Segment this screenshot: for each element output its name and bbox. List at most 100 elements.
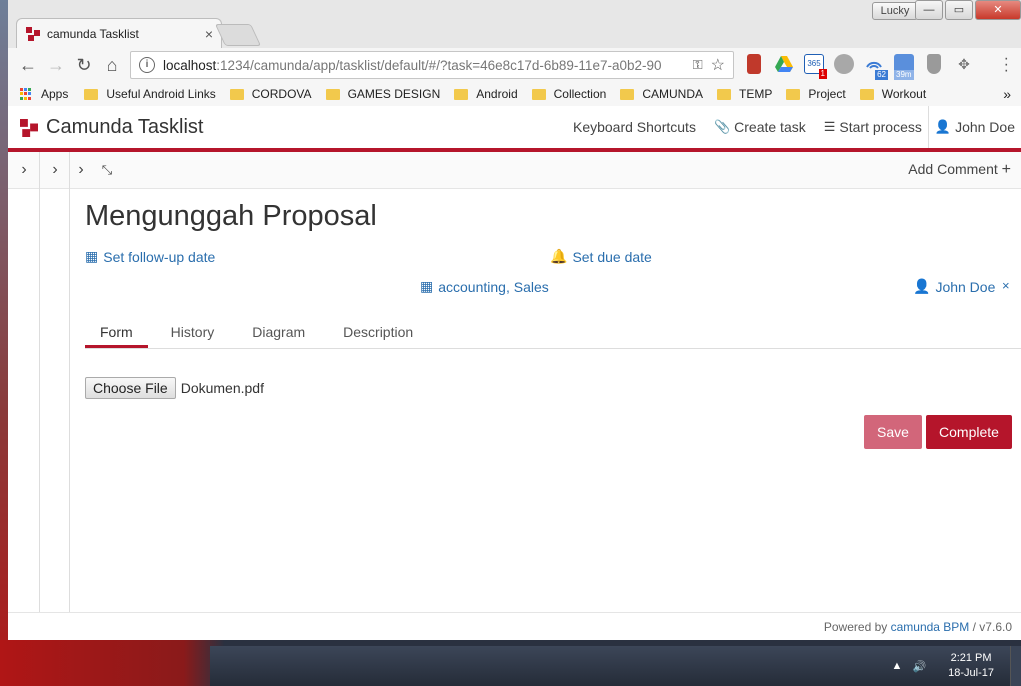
bookmark-apps[interactable]: Apps <box>41 87 68 101</box>
camunda-bpm-link[interactable]: camunda BPM <box>891 620 970 634</box>
folder-icon <box>84 88 99 100</box>
browser-tab[interactable]: camunda Tasklist × <box>16 18 222 48</box>
clock-date: 18-Jul-17 <box>948 667 994 679</box>
bookmark-folder[interactable]: CAMUNDA <box>620 87 703 101</box>
choose-file-button[interactable]: Choose File <box>85 377 176 399</box>
tray-expand-icon[interactable]: ▲ <box>892 660 903 672</box>
timer-extension-icon[interactable]: 39m <box>894 54 914 80</box>
create-task-link[interactable]: 📎 Create task <box>708 119 812 135</box>
clock-time: 2:21 PM <box>950 652 992 664</box>
forward-icon[interactable]: → <box>42 55 70 76</box>
bookmark-folder[interactable]: Android <box>454 87 518 101</box>
browser-toolbar: ← → ↻ ⌂ i localhost:1234/camunda/app/tas… <box>8 48 1021 82</box>
home-icon[interactable]: ⌂ <box>98 55 126 76</box>
expand-filters-icon[interactable]: › <box>8 152 40 188</box>
bookmark-folder[interactable]: GAMES DESIGN <box>325 87 440 101</box>
bookmark-star-icon[interactable]: ☆ <box>711 55 725 75</box>
bookmark-folder[interactable]: CORDOVA <box>229 87 312 101</box>
google-drive-icon[interactable] <box>774 54 794 74</box>
tab-title: camunda Tasklist <box>47 26 139 41</box>
camunda-logo-icon <box>20 118 38 137</box>
tab-close-icon[interactable]: × <box>205 26 213 42</box>
window-controls: — ▭ ✕ <box>915 0 1021 20</box>
bookmark-folder[interactable]: Workout <box>859 87 926 101</box>
folder-icon <box>717 88 731 100</box>
system-tray: ▲ 🔊 2:21 PM 18-Jul-17 <box>892 646 1021 686</box>
bookmark-folder[interactable]: Collection <box>531 87 606 101</box>
bookmark-folder[interactable]: Useful Android Links <box>84 87 216 101</box>
folder-icon <box>454 88 469 100</box>
save-button[interactable]: Save <box>864 415 922 449</box>
expand-task-icon[interactable]: › <box>70 152 92 188</box>
shield-extension-icon[interactable] <box>927 54 941 74</box>
site-info-icon[interactable]: i <box>139 57 155 73</box>
header-menu: Keyboard Shortcuts 📎 Create task ☰ Start p… <box>567 106 1021 148</box>
remove-assignee-icon[interactable]: × <box>1002 278 1010 293</box>
wifi-extension-icon[interactable]: 62 <box>864 54 888 80</box>
address-bar[interactable]: i localhost:1234/camunda/app/tasklist/de… <box>130 51 734 79</box>
office-365-icon[interactable]: 365 1 <box>804 54 827 79</box>
calendar-icon: ▦ <box>85 248 99 264</box>
bookmarks-bar: Apps Useful Android Links CORDOVA GAMES … <box>8 82 1021 106</box>
key-icon[interactable]: ⚿ <box>693 57 703 73</box>
browser-menu-icon[interactable]: · · · <box>1004 51 1009 79</box>
show-desktop-button[interactable] <box>1010 646 1021 686</box>
volume-icon[interactable]: 🔊 <box>912 660 926 673</box>
app-header: Camunda Tasklist Keyboard Shortcuts 📎 Cre… <box>8 106 1021 152</box>
bookmark-folder[interactable]: Project <box>786 87 846 101</box>
folder-icon <box>620 88 635 100</box>
maximize-button[interactable]: ▭ <box>945 0 973 20</box>
add-comment-link[interactable]: Add Comment + <box>908 161 1011 179</box>
user-menu[interactable]: 👤 John Doe <box>929 119 1021 135</box>
powered-by: Powered by camunda BPM / v7.6.0 <box>823 620 1012 634</box>
url-text[interactable]: localhost:1234/camunda/app/tasklist/defa… <box>163 58 685 73</box>
user-icon: 👤 <box>934 119 952 134</box>
task-tabs: Form History Diagram Description <box>85 318 1021 349</box>
close-window-button[interactable]: ✕ <box>975 0 1021 20</box>
brand[interactable]: Camunda Tasklist <box>20 116 203 139</box>
expand-list-icon[interactable]: › <box>40 152 70 188</box>
gray-extension-icon[interactable] <box>834 54 854 74</box>
keyboard-shortcuts-link[interactable]: Keyboard Shortcuts <box>567 119 702 135</box>
minimize-button[interactable]: — <box>915 0 943 20</box>
candidate-groups-link[interactable]: ▦ accounting, Sales <box>420 278 549 295</box>
pdf-extension-icon[interactable] <box>747 54 761 74</box>
list-icon: ☰ <box>823 119 836 134</box>
reload-icon[interactable]: ↻ <box>70 55 98 76</box>
footer: Powered by camunda BPM / v7.6.0 <box>8 612 1021 641</box>
set-follow-up-date-link[interactable]: ▦ Set follow-up date <box>85 248 215 265</box>
browser-window: camunda Tasklist × Lucky — ▭ ✕ ← → ↻ ⌂ i… <box>8 0 1021 640</box>
grid-icon: ▦ <box>420 278 434 294</box>
task-title: Mengunggah Proposal <box>85 200 377 232</box>
bookmark-folder[interactable]: TEMP <box>717 87 772 101</box>
paperclip-icon: 📎 <box>713 119 731 134</box>
desktop-background <box>0 0 8 686</box>
tab-history[interactable]: History <box>156 318 230 348</box>
compress-icon[interactable]: ⤡ <box>96 152 118 188</box>
tasklist-page: Camunda Tasklist Keyboard Shortcuts 📎 Cre… <box>8 106 1021 640</box>
selected-file-name: Dokumen.pdf <box>180 380 264 396</box>
camunda-favicon-icon <box>26 26 40 41</box>
start-process-link[interactable]: ☰ Start process <box>818 119 928 135</box>
clock[interactable]: 2:21 PM 18-Jul-17 <box>948 651 994 681</box>
bookmarks-overflow-icon[interactable]: » <box>1003 86 1011 102</box>
file-upload-field: Choose File Dokumen.pdf <box>85 377 264 399</box>
set-due-date-link[interactable]: 🔔 Set due date <box>550 248 652 265</box>
tab-form[interactable]: Form <box>85 318 148 348</box>
user-icon: 👤 <box>913 278 931 294</box>
tab-diagram[interactable]: Diagram <box>237 318 320 348</box>
title-bar: camunda Tasklist × Lucky — ▭ ✕ <box>8 0 1021 48</box>
folder-icon <box>229 88 244 100</box>
back-icon[interactable]: ← <box>14 55 42 76</box>
profile-button[interactable]: Lucky <box>872 2 918 20</box>
tab-description[interactable]: Description <box>328 318 428 348</box>
move-extension-icon[interactable]: ✥ <box>954 54 974 74</box>
folder-icon <box>786 88 801 100</box>
view-controls-bar: › › › ⤡ Add Comment + <box>8 152 1021 189</box>
complete-button[interactable]: Complete <box>926 415 1012 449</box>
apps-icon[interactable] <box>20 87 33 101</box>
plus-icon: + <box>1001 161 1011 178</box>
folder-icon <box>859 88 874 100</box>
assignee-link[interactable]: 👤 John Doe <box>913 278 995 295</box>
folder-icon <box>531 88 546 100</box>
